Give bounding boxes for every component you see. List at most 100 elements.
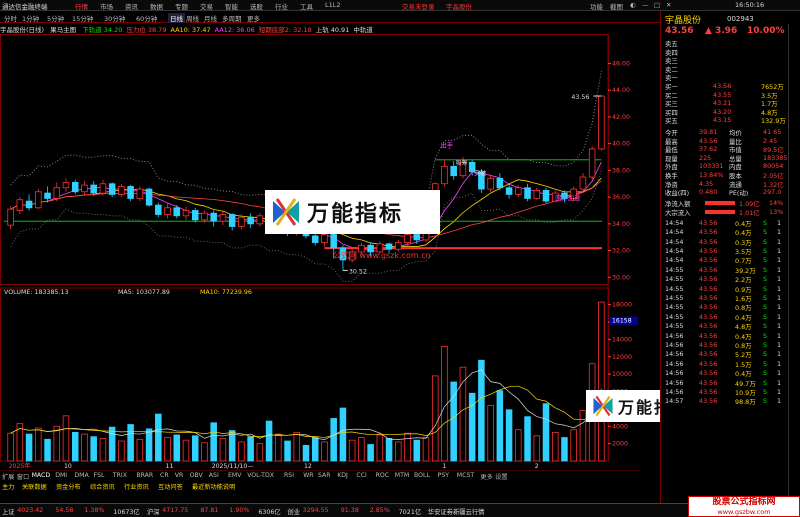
volume-bar-up <box>431 375 439 462</box>
period-tab[interactable]: 30分钟 <box>104 13 125 23</box>
volume-bar-up <box>422 437 430 462</box>
window-control[interactable]: ✕ <box>666 1 671 9</box>
menu-item[interactable]: L1L2 <box>325 1 341 9</box>
indicator-tab[interactable]: VR <box>175 472 184 479</box>
x-axis-label: 12 <box>304 463 312 470</box>
period-tab[interactable]: 周线 <box>186 13 199 23</box>
tick-price: 43.56 <box>699 303 718 312</box>
volume-bar-down <box>413 439 421 462</box>
indicator-tab[interactable]: MCST <box>457 472 474 479</box>
indicator-tab[interactable]: KDJ <box>337 472 348 479</box>
function-tab[interactable]: 行业资讯 <box>124 482 149 491</box>
menu-item[interactable]: 行情 <box>75 1 88 11</box>
volume-bar-up <box>570 429 577 462</box>
indicator-tab[interactable]: FSL <box>94 472 105 479</box>
volume-bar-up <box>219 438 227 462</box>
period-tab[interactable]: 15分钟 <box>72 13 93 23</box>
period-tab[interactable]: 更多 <box>247 13 260 23</box>
window-control[interactable]: □ <box>654 1 660 9</box>
quote-row: 买一 43.56 7652万 <box>663 82 785 91</box>
kline-chart[interactable]: 46.00 44.00 42.00 40.00 38.00 36.00 34.00 32.00… <box>0 34 640 470</box>
period-tab[interactable]: 多周期 <box>222 13 242 23</box>
menu-item[interactable]: 专题 <box>175 1 188 11</box>
tick-price: 43.56 <box>699 331 718 340</box>
indicator-tab[interactable]: 扩展 <box>2 472 14 481</box>
tick-time: 14:56 <box>665 359 684 368</box>
quote-price-row: 43.56 ▲ 3.96 10.00% <box>663 26 785 38</box>
indicator-tab[interactable]: 更多 <box>480 472 492 481</box>
tag-label: 突破 <box>474 170 486 178</box>
candle-down <box>505 187 513 195</box>
period-tab[interactable]: 分时 <box>4 13 17 23</box>
indicator-tab[interactable]: CR <box>160 472 169 479</box>
period-tab[interactable]: 日线 <box>168 13 185 23</box>
chart-mode[interactable]: 果马主图 <box>50 26 76 34</box>
tick-volume: 0.4万 <box>735 229 752 238</box>
indicator-tab[interactable]: RSI <box>284 472 294 479</box>
app-name: 通达信金融终端 <box>2 3 48 11</box>
candle-up <box>99 183 107 194</box>
candle-up <box>182 210 190 217</box>
indicator-tab[interactable]: OBV <box>190 472 203 479</box>
tick-volume: 0.8万 <box>735 304 752 313</box>
menu-item[interactable]: 市场 <box>100 1 113 11</box>
indicator-tab[interactable]: TRIX <box>113 472 127 479</box>
window-control[interactable]: ◐ <box>630 1 636 9</box>
login-status[interactable]: 交易未登录 <box>402 1 435 11</box>
period-tab[interactable]: 5分钟 <box>47 13 64 23</box>
indicator-tab[interactable]: SAR <box>318 472 331 479</box>
window-control[interactable]: 功能 <box>590 1 603 11</box>
window-control[interactable]: 截图 <box>610 1 623 11</box>
tick-volume: 10.9万 <box>735 389 756 397</box>
menu-item[interactable]: 工具 <box>300 1 313 11</box>
indicator-tab[interactable]: MTM <box>395 472 409 479</box>
indicator-tab[interactable]: 窗口 <box>17 472 29 481</box>
indicator-tab[interactable]: BOLL <box>414 472 430 479</box>
menu-item[interactable]: 智能 <box>225 1 238 11</box>
indicator-tab[interactable]: EMV <box>228 472 241 479</box>
tick-time: 14:55 <box>665 312 684 321</box>
period-tab[interactable]: 1分钟 <box>22 13 39 23</box>
low-label: 30.52 <box>349 268 367 275</box>
window-control[interactable]: — <box>642 1 649 9</box>
tick-time: 14:55 <box>665 303 684 312</box>
menu-item[interactable]: 行业 <box>275 1 288 11</box>
menu-item[interactable]: 选股 <box>250 1 263 11</box>
function-tab[interactable]: 资金分布 <box>56 482 81 491</box>
tick-volume: 0.7万 <box>735 257 752 266</box>
menu-item[interactable]: 数据 <box>150 1 163 11</box>
candle-down <box>145 188 153 206</box>
candle-up <box>533 190 541 199</box>
indicator-tab[interactable]: CCI <box>356 472 366 479</box>
indicator-tab[interactable]: PSY <box>438 472 449 479</box>
volume-bar-down <box>311 437 319 462</box>
indicator-tab[interactable]: 设置 <box>495 472 507 481</box>
indicator-tab[interactable]: DMI <box>55 472 67 479</box>
period-tab[interactable]: 60分钟 <box>136 13 157 23</box>
function-tab[interactable]: 综合资讯 <box>90 482 115 491</box>
volume-bar-down <box>108 426 116 462</box>
period-tab[interactable]: 月线 <box>204 13 217 23</box>
indicator-tab[interactable]: DMA <box>74 472 88 479</box>
indicator-tab[interactable]: WR <box>303 472 313 479</box>
indicator-tab[interactable]: BRAR <box>136 472 153 479</box>
volume-bar-up <box>395 441 402 462</box>
menu-item[interactable]: 资讯 <box>125 1 138 11</box>
volume-tick-label: 10000 <box>612 371 632 378</box>
indicator-tab[interactable]: ROC <box>376 472 390 479</box>
tick-time: 14:55 <box>665 322 684 331</box>
price-tick-label: 42.00 <box>612 114 630 121</box>
indicator-tab[interactable]: ASI <box>209 472 219 479</box>
tick-count: 1 <box>777 331 782 340</box>
indicator-tab[interactable]: MACD <box>32 472 51 479</box>
function-tab[interactable]: 互动问答 <box>158 482 183 491</box>
menu-item[interactable]: 交易 <box>200 1 213 11</box>
stock-tab[interactable]: 宇晶股份 <box>446 1 472 11</box>
status-item: 10673亿 <box>113 509 140 516</box>
tick-time: 14:55 <box>665 275 684 284</box>
volume-bar-down <box>330 418 337 462</box>
function-tab[interactable]: 最近新功能说明 <box>192 482 235 491</box>
function-tab[interactable]: 关联数据 <box>22 482 47 491</box>
function-tab[interactable]: 主力 <box>2 482 14 491</box>
indicator-tab[interactable]: VOL-TDX <box>247 472 274 479</box>
